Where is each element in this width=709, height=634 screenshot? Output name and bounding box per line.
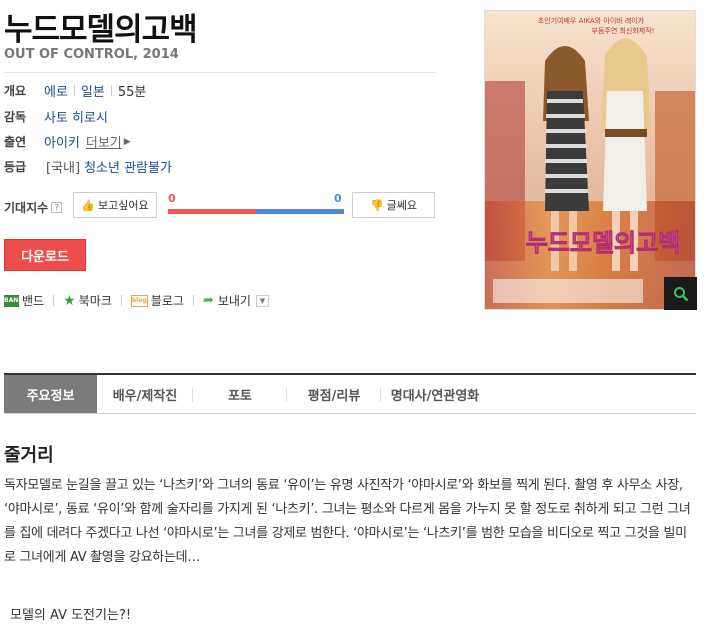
send-button[interactable]: ➦ 보내기 ▼ — [203, 292, 269, 309]
tab-bar: 주요정보 배우/제작진 포토 평점/리뷰 명대사/연관영화 — [4, 373, 696, 414]
want-label: 보고싶어요 — [98, 199, 149, 212]
bookmark-button[interactable]: ★ 북마크 — [63, 292, 112, 309]
poster-tagline-2: 부듬주연 최신화제작! — [592, 26, 655, 35]
overview-label: 개요 — [4, 84, 27, 98]
tab-label: 평점/리뷰 — [307, 388, 361, 404]
share-arrow-icon: ➦ — [202, 293, 214, 308]
expect-label: 기대지수 ? — [4, 199, 63, 216]
separator — [53, 295, 55, 306]
tab-label: 배우/제작진 — [112, 388, 178, 404]
bookmark-label: 북마크 — [78, 294, 112, 308]
grade-label: 등급 — [4, 160, 27, 174]
cast-label: 출연 — [4, 135, 27, 149]
director-row: 감독 사토 히로시 — [4, 107, 108, 126]
unsure-label: 글쎄요 — [386, 199, 418, 212]
tab-reviews[interactable]: 평점/리뷰 — [287, 375, 381, 413]
band-icon: BAND — [4, 294, 23, 307]
blog-label: 블로그 — [150, 294, 184, 308]
synopsis-heading: 줄거리 — [4, 445, 54, 466]
divider — [4, 72, 436, 73]
download-button[interactable]: 다운로드 — [4, 239, 86, 271]
synopsis-text: 독자모델로 눈길을 끌고 있는 ‘나츠키’와 그녀의 동료 ‘유이’는 유명 사… — [4, 478, 691, 565]
grade-link[interactable]: 청소년 관람불가 — [84, 157, 172, 176]
band-share-button[interactable]: BAND 밴드 — [4, 292, 44, 309]
chevron-right-icon: ▶ — [123, 136, 131, 147]
poster-zoom-button[interactable] — [664, 277, 697, 310]
blog-icon: blog — [130, 294, 148, 307]
runtime-text: 55분 — [117, 85, 147, 100]
genre-link[interactable]: 에로 — [44, 81, 68, 100]
country-link[interactable]: 일본 — [81, 81, 105, 100]
unsure-count: 0 — [334, 192, 342, 205]
magnifier-icon — [673, 286, 688, 301]
star-icon: ★ — [63, 292, 76, 309]
thumbs-up-icon: 👍 — [81, 198, 96, 212]
poster-tagline-1: 초인기여배우 AIKA와 아이바 레이카 — [538, 16, 645, 25]
unsure-button[interactable]: 👎 글쎄요 — [352, 192, 435, 218]
cast-link[interactable]: 아이키 — [44, 132, 80, 151]
expect-label-text: 기대지수 — [4, 201, 49, 215]
send-label: 보내기 — [217, 294, 251, 308]
cast-row: 출연 아이키 더보기 ▶ — [4, 132, 131, 151]
separator — [192, 295, 194, 306]
grade-row: 등급 [국내] 청소년 관람불가 — [4, 157, 172, 176]
want-to-see-button[interactable]: 👍 보고싶어요 — [73, 192, 157, 218]
director-label: 감독 — [4, 110, 27, 124]
grade-region: [국내] — [46, 161, 81, 176]
want-bar — [168, 209, 256, 214]
band-label: 밴드 — [22, 294, 45, 308]
blog-share-button[interactable]: blog 블로그 — [130, 292, 184, 309]
poster-image: 초인기여배우 AIKA와 아이바 레이카 부듬주연 최신화제작! 누드모델의고백 — [485, 11, 695, 309]
director-link[interactable]: 사토 히로시 — [44, 107, 108, 126]
movie-title: 누드모델의고백 — [4, 12, 198, 48]
help-icon[interactable]: ? — [51, 202, 63, 213]
tab-main-info[interactable]: 주요정보 — [4, 375, 97, 413]
tab-quotes-related[interactable]: 명대사/연관영화 — [381, 375, 489, 413]
unsure-bar — [256, 209, 344, 214]
poster-title: 누드모델의고백 — [526, 229, 681, 257]
tab-label: 포토 — [228, 388, 252, 404]
overview-row: 개요 에로 일본 55분 — [4, 81, 146, 100]
separator — [120, 295, 122, 306]
tab-photo[interactable]: 포토 — [193, 375, 287, 413]
cast-more-link[interactable]: 더보기 — [86, 132, 122, 151]
separator — [73, 85, 75, 96]
share-bar: BAND 밴드 ★ 북마크 blog 블로그 ➦ 보내기 ▼ — [4, 292, 269, 309]
want-count: 0 — [168, 192, 176, 205]
movie-original-title: OUT OF CONTROL, 2014 — [4, 47, 179, 62]
movie-poster[interactable]: 초인기여배우 AIKA와 아이바 레이카 부듬주연 최신화제작! 누드모델의고백 — [484, 10, 696, 310]
separator — [110, 85, 112, 96]
thumbs-down-icon: 👎 — [369, 198, 384, 212]
chevron-down-icon[interactable]: ▼ — [255, 294, 269, 307]
tab-cast-crew[interactable]: 배우/제작진 — [97, 375, 193, 413]
synopsis-closing: 모델의 AV 도전기는?! — [10, 608, 132, 623]
